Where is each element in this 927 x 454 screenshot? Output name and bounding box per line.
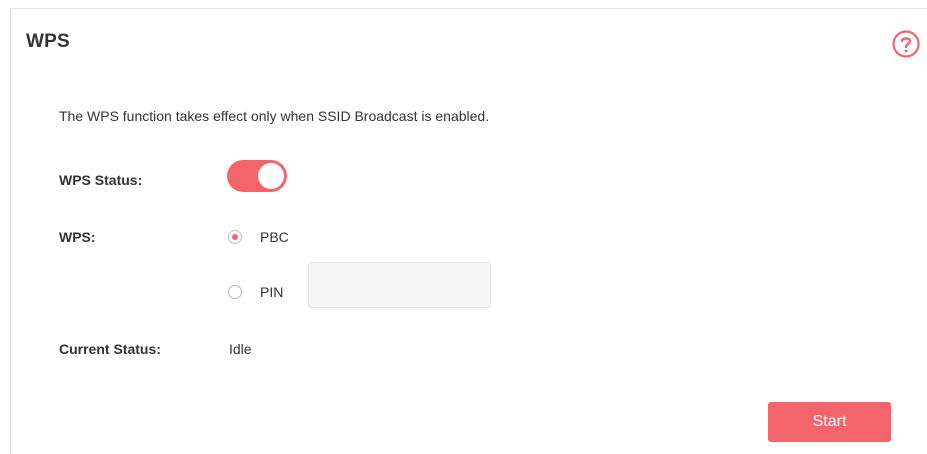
wps-status-toggle[interactable] <box>227 160 287 192</box>
wps-method-label: WPS: <box>59 229 96 245</box>
question-circle-icon[interactable] <box>891 29 921 59</box>
pin-radio-label[interactable]: PIN <box>260 284 283 300</box>
wps-status-label: WPS Status: <box>59 172 143 188</box>
pin-input[interactable] <box>308 262 491 308</box>
pbc-radio-label[interactable]: PBC <box>260 229 289 245</box>
start-button[interactable]: Start <box>768 402 891 442</box>
wps-description: The WPS function takes effect only when … <box>59 108 490 124</box>
panel-title: WPS <box>26 31 70 52</box>
radio-selected-dot <box>232 234 238 240</box>
wps-panel: WPS The WPS function takes effect only w… <box>10 8 927 454</box>
pin-radio[interactable] <box>228 285 242 299</box>
current-status-value: Idle <box>229 341 252 357</box>
pbc-radio[interactable] <box>228 230 242 244</box>
current-status-label: Current Status: <box>59 341 161 357</box>
toggle-knob <box>258 163 284 189</box>
